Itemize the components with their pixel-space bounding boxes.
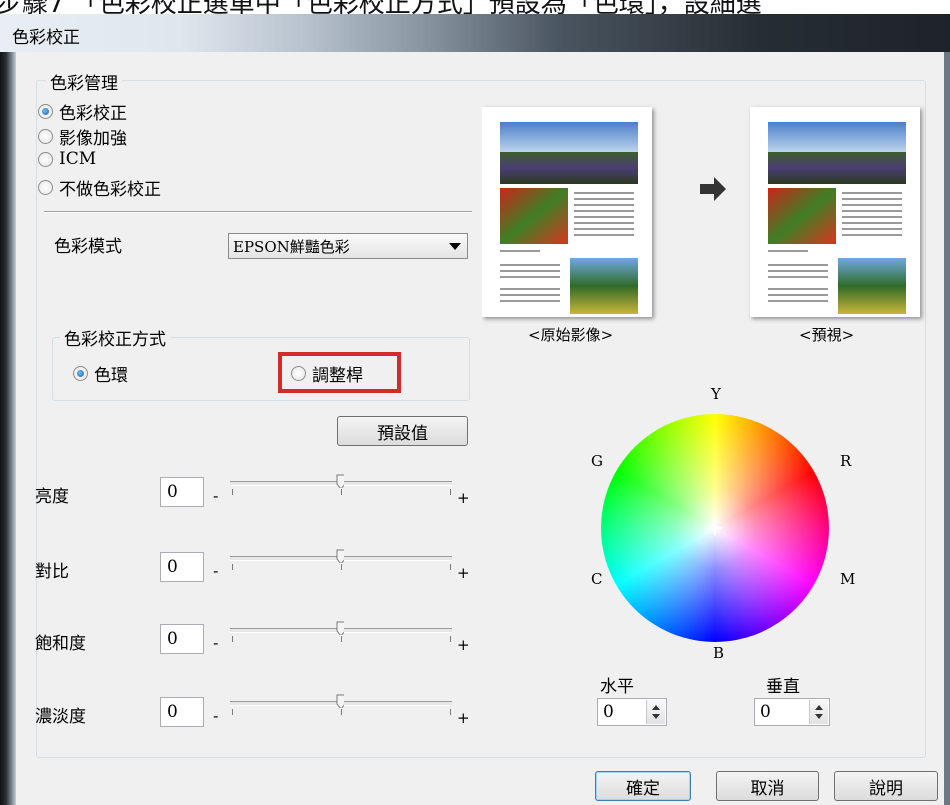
radio-icon: [38, 129, 53, 144]
wheel-label-m: M: [840, 570, 856, 588]
horizontal-spinner[interactable]: 0: [597, 698, 667, 726]
crosshair-vertical: [714, 521, 716, 535]
spin-up-icon[interactable]: [815, 705, 823, 710]
slider-tick: [450, 564, 451, 570]
wheel-label-r: R: [840, 452, 852, 470]
slider-value-field[interactable]: 0: [160, 624, 204, 654]
slider-tick: [341, 636, 342, 642]
vertical-label: 垂直: [766, 677, 800, 697]
radio-slider-bars[interactable]: 調整桿: [291, 361, 363, 386]
slider-label: 對比: [35, 562, 69, 582]
slider-label: 飽和度: [35, 634, 86, 654]
slider-thumb-icon[interactable]: [336, 549, 344, 563]
window-title: 色彩校正: [12, 28, 80, 48]
preview-thumbnail: [750, 107, 920, 317]
ok-button[interactable]: 確定: [595, 771, 691, 801]
color-mode-label: 色彩模式: [54, 237, 122, 257]
color-correction-dialog: 色彩校正 色彩管理 色彩校正 影像加強 ICM 不做色彩校正 色彩模式 EPSO…: [0, 14, 950, 805]
color-management-legend: 色彩管理: [46, 69, 122, 94]
title-bar[interactable]: 色彩校正: [0, 14, 950, 52]
radio-label: 影像加強: [59, 129, 127, 149]
radio-icon: [73, 366, 88, 381]
spin-down-icon[interactable]: [815, 714, 823, 719]
radio-label: ICM: [59, 149, 97, 169]
slider-tick: [450, 636, 451, 642]
radio-icon: [38, 180, 53, 195]
slider-minus-label: -: [213, 707, 219, 725]
slider-minus-label: -: [213, 562, 219, 580]
radio-icm[interactable]: ICM: [38, 149, 96, 169]
help-button[interactable]: 說明: [834, 771, 938, 801]
slider-value-field[interactable]: 0: [160, 477, 204, 507]
slider-tick: [341, 709, 342, 715]
color-wheel[interactable]: [601, 414, 829, 642]
slider-plus-label: +: [457, 709, 470, 727]
slider-thumb-icon[interactable]: [336, 621, 344, 635]
slider-value-field[interactable]: 0: [160, 697, 204, 727]
cancel-button[interactable]: 取消: [716, 771, 819, 801]
dropdown-arrow-icon: [449, 243, 461, 250]
vertical-spin-buttons[interactable]: [809, 700, 828, 724]
slider-tick: [232, 636, 233, 642]
spin-up-icon[interactable]: [652, 705, 660, 710]
color-mode-value: EPSON鮮豔色彩: [233, 237, 350, 256]
slider-tick: [232, 489, 233, 495]
horizontal-value: 0: [603, 702, 614, 722]
separator: [44, 211, 472, 213]
slider-minus-label: -: [213, 487, 219, 505]
wheel-label-b: B: [713, 644, 725, 662]
radio-icon: [38, 104, 53, 119]
color-mode-select[interactable]: EPSON鮮豔色彩: [228, 233, 468, 259]
horizontal-label: 水平: [600, 677, 634, 697]
slider-tick: [341, 564, 342, 570]
original-thumbnail: [482, 107, 652, 317]
radio-label: 不做色彩校正: [59, 180, 161, 200]
radio-color-correction[interactable]: 色彩校正: [38, 99, 127, 124]
radio-icon: [291, 366, 306, 381]
horizontal-spin-buttons[interactable]: [646, 700, 665, 724]
slider-minus-label: -: [213, 634, 219, 652]
radio-image-enhance[interactable]: 影像加強: [38, 124, 127, 149]
original-caption: <原始影像>: [528, 326, 614, 344]
radio-label: 色環: [94, 366, 128, 386]
wheel-label-y: Y: [711, 385, 721, 403]
correction-method-legend: 色彩校正方式: [60, 325, 170, 350]
dialog-client: 色彩管理 色彩校正 影像加強 ICM 不做色彩校正 色彩模式 EPSON鮮豔色彩…: [16, 52, 944, 805]
window-frame-left: [0, 52, 16, 805]
slider-thumb-icon[interactable]: [336, 694, 344, 708]
radio-label: 調整桿: [312, 366, 363, 386]
slider-plus-label: +: [457, 636, 470, 654]
slider-tick: [232, 709, 233, 715]
radio-label: 色彩校正: [59, 104, 127, 124]
radio-color-wheel[interactable]: 色環: [73, 361, 128, 386]
radio-icon: [38, 151, 53, 167]
defaults-button[interactable]: 預設值: [337, 416, 468, 446]
radio-no-correction[interactable]: 不做色彩校正: [38, 175, 161, 200]
slider-plus-label: +: [457, 564, 470, 582]
preview-caption: <預視>: [799, 326, 855, 344]
slider-tick: [450, 489, 451, 495]
slider-thumb-icon[interactable]: [336, 474, 344, 488]
slider-label: 亮度: [35, 487, 69, 507]
slider-value-field[interactable]: 0: [160, 552, 204, 582]
slider-label: 濃淡度: [35, 707, 86, 727]
slider-tick: [232, 564, 233, 570]
arrow-right-icon: [700, 177, 726, 201]
window-frame-right: [944, 52, 950, 805]
vertical-spinner[interactable]: 0: [754, 698, 830, 726]
slider-plus-label: +: [457, 489, 470, 507]
wheel-label-c: C: [591, 570, 603, 588]
slider-tick: [450, 709, 451, 715]
spin-down-icon[interactable]: [652, 714, 660, 719]
wheel-label-g: G: [591, 452, 603, 470]
vertical-value: 0: [760, 702, 771, 722]
slider-tick: [341, 489, 342, 495]
